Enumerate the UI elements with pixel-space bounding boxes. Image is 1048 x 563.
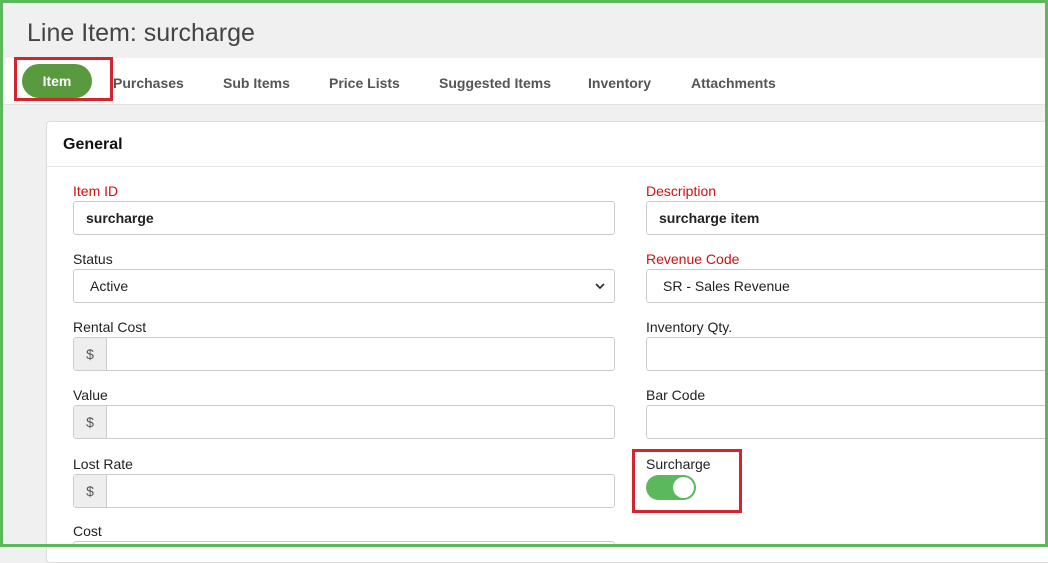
value-label: Value — [73, 387, 108, 403]
tab-attachments[interactable]: Attachments — [691, 75, 776, 91]
bar-code-input[interactable] — [646, 405, 1045, 439]
toggle-knob — [673, 477, 694, 498]
item-id-input[interactable]: surcharge — [73, 201, 615, 235]
cost-input[interactable] — [73, 541, 615, 547]
inventory-qty-label: Inventory Qty. — [646, 319, 733, 335]
tab-inventory[interactable]: Inventory — [588, 75, 651, 91]
rental-cost-input-group: $ — [73, 337, 615, 371]
status-select-value: Active — [90, 278, 129, 294]
dollar-addon: $ — [74, 338, 107, 370]
revenue-code-value: SR - Sales Revenue — [663, 278, 790, 294]
dollar-addon: $ — [74, 406, 107, 438]
tab-suggested-items[interactable]: Suggested Items — [439, 75, 551, 91]
surcharge-label: Surcharge — [646, 456, 711, 472]
bar-code-label: Bar Code — [646, 387, 706, 403]
tab-bar: Item Purchases Sub Items Price Lists Sug… — [3, 58, 1045, 105]
tab-price-lists[interactable]: Price Lists — [329, 75, 400, 91]
inventory-qty-input[interactable] — [646, 337, 1045, 371]
item-id-label: Item ID — [73, 183, 119, 199]
card-header: General — [47, 122, 1048, 167]
dollar-addon: $ — [74, 475, 107, 507]
chevron-down-icon — [595, 283, 605, 290]
lost-rate-input[interactable] — [107, 475, 614, 507]
surcharge-toggle[interactable] — [646, 475, 696, 500]
tab-sub-items[interactable]: Sub Items — [223, 75, 290, 91]
card-title: General — [63, 136, 123, 153]
status-select[interactable]: Active — [73, 269, 615, 303]
page-title: Line Item: surcharge — [27, 19, 255, 47]
value-input[interactable] — [107, 406, 614, 438]
lost-rate-label: Lost Rate — [73, 456, 133, 472]
lost-rate-input-group: $ — [73, 474, 615, 508]
description-label: Description — [646, 183, 717, 199]
cost-label: Cost — [73, 523, 102, 539]
rental-cost-input[interactable] — [107, 338, 614, 370]
tab-item[interactable]: Item — [22, 64, 92, 98]
value-input-group: $ — [73, 405, 615, 439]
status-label: Status — [73, 251, 113, 267]
rental-cost-label: Rental Cost — [73, 319, 147, 335]
tab-purchases[interactable]: Purchases — [113, 75, 184, 91]
revenue-code-select[interactable]: SR - Sales Revenue — [646, 269, 1045, 303]
revenue-code-label: Revenue Code — [646, 251, 740, 267]
description-input[interactable]: surcharge item — [646, 201, 1045, 235]
